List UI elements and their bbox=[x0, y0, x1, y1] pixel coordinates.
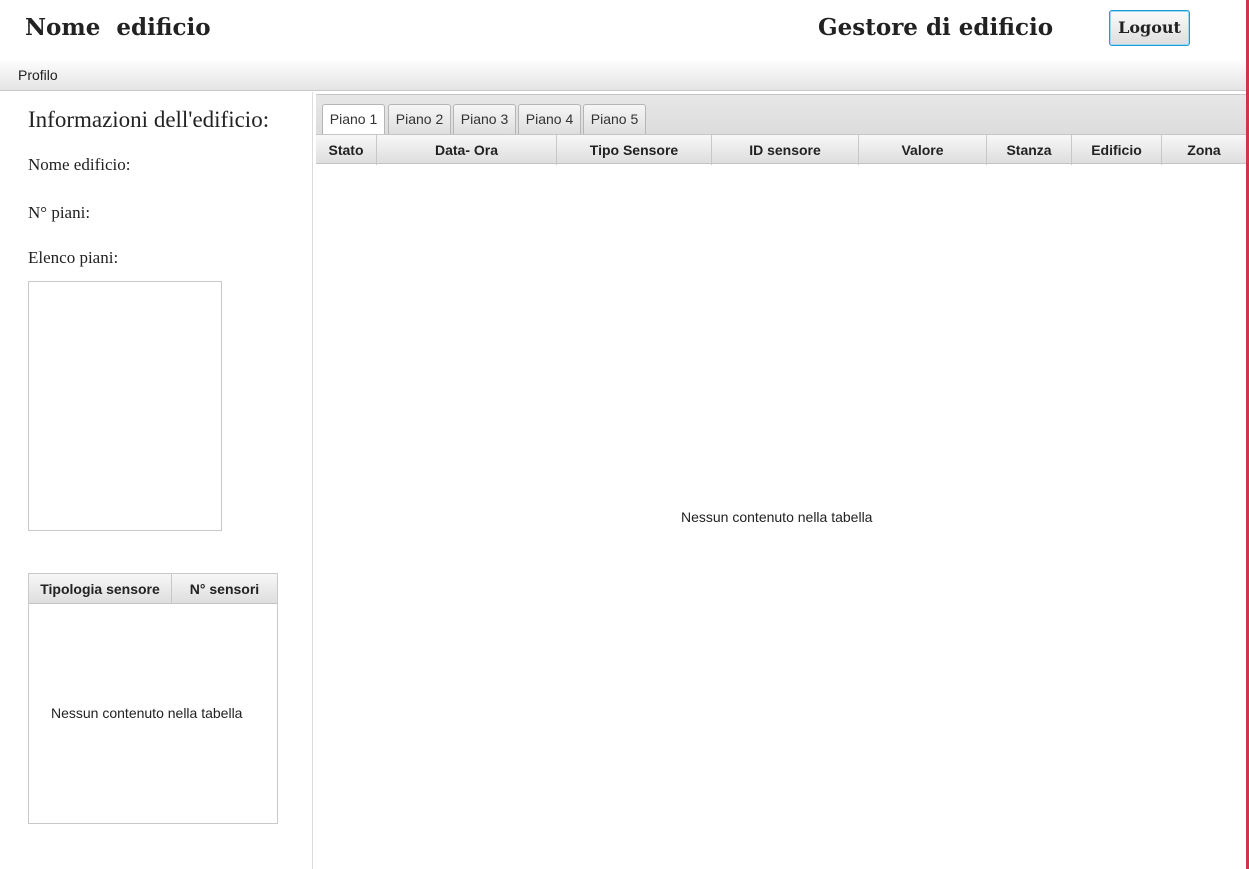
table-header: Stato Data- Ora Tipo Sensore ID sensore … bbox=[316, 134, 1246, 165]
tab-piano-1[interactable]: Piano 1 bbox=[322, 104, 385, 135]
column-header-value[interactable]: Valore bbox=[859, 135, 987, 165]
tab-piano-4[interactable]: Piano 4 bbox=[518, 104, 581, 134]
floors-list[interactable] bbox=[28, 281, 222, 531]
building-name-title: Nome edificio bbox=[25, 14, 211, 41]
tab-piano-5[interactable]: Piano 5 bbox=[583, 104, 646, 134]
column-header-building[interactable]: Edificio bbox=[1072, 135, 1162, 165]
column-header-sensor-count[interactable]: N° sensori bbox=[172, 574, 277, 604]
empty-table-message: Nessun contenuto nella tabella bbox=[51, 705, 243, 721]
building-name-label: Nome edificio: bbox=[28, 155, 131, 174]
column-header-datetime[interactable]: Data- Ora bbox=[377, 135, 557, 165]
floors-count-label: N° piani: bbox=[28, 203, 91, 222]
tab-strip: Piano 1 Piano 2 Piano 3 Piano 4 Piano 5 bbox=[316, 94, 1246, 135]
building-info-panel: Informazioni dell'edificio: Nome edifici… bbox=[0, 92, 313, 869]
tab-piano-3[interactable]: Piano 3 bbox=[453, 104, 516, 134]
floors-tab-pane: Piano 1 Piano 2 Piano 3 Piano 4 Piano 5 … bbox=[316, 94, 1246, 869]
app-header: Nome edificio Gestore di edificio Logout bbox=[0, 0, 1249, 60]
floors-list-label: Elenco piani: bbox=[28, 248, 119, 267]
column-header-sensor-id[interactable]: ID sensore bbox=[712, 135, 859, 165]
role-title: Gestore di edificio bbox=[818, 14, 1054, 41]
sensor-readings-table[interactable]: Stato Data- Ora Tipo Sensore ID sensore … bbox=[316, 134, 1246, 869]
column-header-status[interactable]: Stato bbox=[316, 135, 377, 165]
column-header-zone[interactable]: Zona bbox=[1162, 135, 1246, 165]
menu-profile[interactable]: Profilo bbox=[18, 67, 58, 83]
sensor-types-table[interactable]: Tipologia sensore N° sensori Nessun cont… bbox=[28, 573, 278, 824]
table-header: Tipologia sensore N° sensori bbox=[29, 574, 277, 604]
logout-button[interactable]: Logout bbox=[1109, 10, 1190, 46]
tab-piano-2[interactable]: Piano 2 bbox=[388, 104, 451, 134]
column-header-sensor-type[interactable]: Tipologia sensore bbox=[29, 574, 172, 604]
empty-table-message: Nessun contenuto nella tabella bbox=[681, 509, 873, 525]
menu-bar: Profilo bbox=[0, 60, 1249, 91]
column-header-room[interactable]: Stanza bbox=[987, 135, 1072, 165]
info-title: Informazioni dell'edificio: bbox=[28, 107, 270, 132]
column-header-sensor-type[interactable]: Tipo Sensore bbox=[557, 135, 712, 165]
